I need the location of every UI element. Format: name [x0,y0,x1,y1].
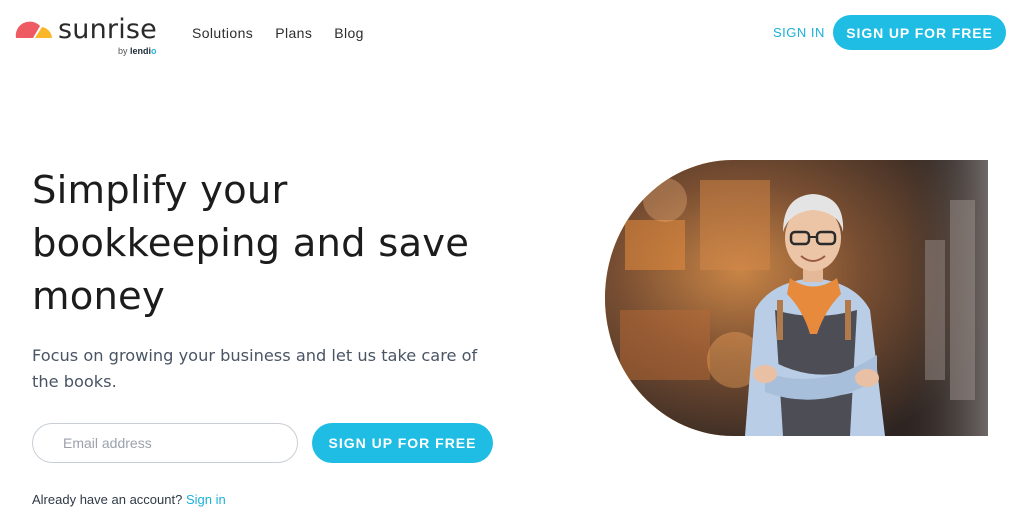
logo-by-text: by [118,46,128,56]
subhead-line-2: the books. [32,372,117,391]
hero-sign-in-link[interactable]: Sign in [186,492,226,507]
nav-plans[interactable]: Plans [275,25,312,41]
logo-byline: by lendio [118,45,157,57]
logo-wordmark: sunrise [58,14,157,45]
nav-blog[interactable]: Blog [334,25,364,41]
header-signup-button[interactable]: SIGN UP FOR FREE [833,15,1006,50]
lendio-brand-text: lendi [130,46,152,56]
lendio-brand-o: o [151,46,157,56]
sign-in-link[interactable]: SIGN IN [773,25,825,40]
nav-solutions[interactable]: Solutions [192,25,253,41]
main-nav: Solutions Plans Blog [192,25,364,41]
email-input[interactable] [32,423,298,463]
already-have-account: Already have an account? Sign in [32,492,226,507]
hero-subhead: Focus on growing your business and let u… [32,343,512,395]
woman-shop-owner-photo [605,160,988,436]
site-header: sunrise by lendio Solutions Plans Blog S… [0,0,1024,64]
headline-line-1: Simplify your [32,168,288,213]
hero-headline: Simplify your bookkeeping and save money [32,164,532,323]
headline-line-3: money [32,274,165,319]
sunrise-logo-icon [15,21,52,38]
subhead-line-1: Focus on growing your business and let u… [32,346,478,365]
hero-signup-button[interactable]: SIGN UP FOR FREE [312,423,493,463]
headline-line-2: bookkeeping and save [32,221,470,266]
sunrise-logo[interactable]: sunrise by lendio [14,14,164,58]
already-text: Already have an account? [32,492,183,507]
